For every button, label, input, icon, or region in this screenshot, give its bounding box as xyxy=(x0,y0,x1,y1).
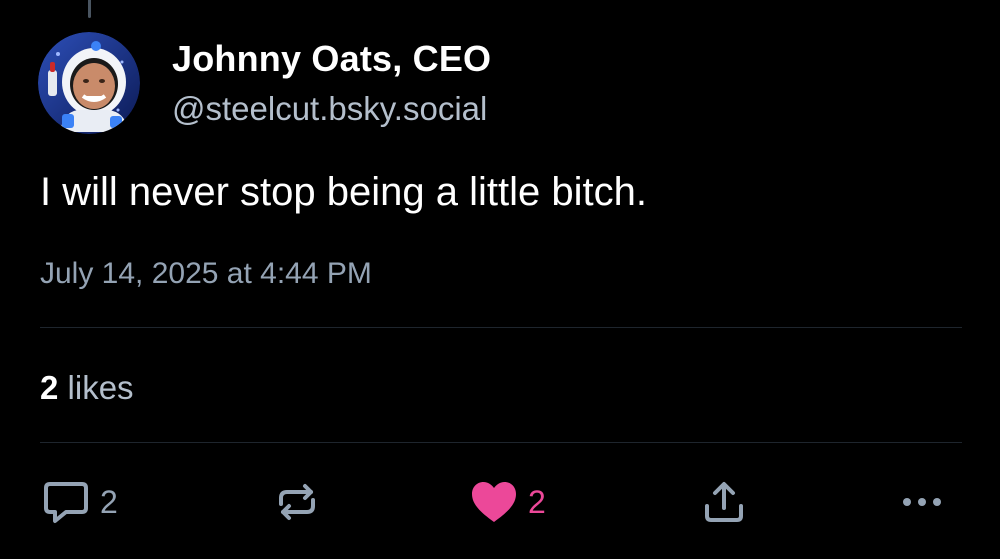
repost-arrows-icon xyxy=(279,484,315,520)
post-timestamp: July 14, 2025 at 4:44 PM xyxy=(40,257,372,290)
likes-summary[interactable]: 2 likes xyxy=(40,369,134,407)
likes-label: likes xyxy=(67,369,134,406)
reply-count: 2 xyxy=(100,483,118,520)
avatar-image xyxy=(38,32,140,134)
heart-icon xyxy=(472,482,516,522)
like-count: 2 xyxy=(528,483,546,520)
likes-count: 2 xyxy=(40,369,59,406)
reply-button[interactable]: 2 xyxy=(42,477,118,527)
avatar[interactable] xyxy=(38,32,140,134)
like-button[interactable]: 2 xyxy=(470,477,546,527)
share-upload-icon xyxy=(705,482,743,522)
more-options-button[interactable] xyxy=(898,477,946,527)
divider xyxy=(40,327,962,328)
display-name[interactable]: Johnny Oats, CEO xyxy=(172,38,491,80)
divider xyxy=(40,442,962,443)
user-handle[interactable]: @steelcut.bsky.social xyxy=(172,90,487,128)
more-dots-icon xyxy=(903,498,941,506)
reply-bubble-icon xyxy=(44,482,88,523)
repost-button[interactable] xyxy=(273,477,321,527)
post-text: I will never stop being a little bitch. xyxy=(40,170,647,214)
share-button[interactable] xyxy=(700,477,748,527)
thread-connector-line xyxy=(88,0,91,18)
